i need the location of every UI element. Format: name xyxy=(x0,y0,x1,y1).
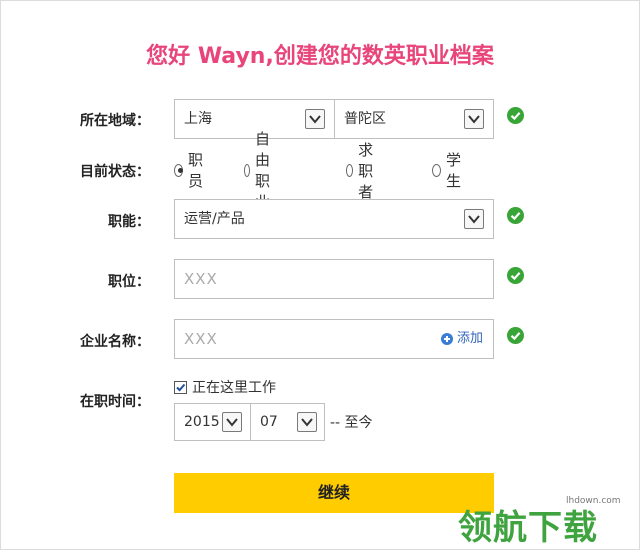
tenure-label: 在职时间： xyxy=(80,394,150,410)
continue-button[interactable]: 继续 xyxy=(174,473,494,513)
currently-working-checkbox[interactable]: 正在这里工作 xyxy=(174,378,276,396)
tenure-date-group: 2015 07 xyxy=(174,403,325,441)
status-option-label: 学生 xyxy=(445,151,461,190)
watermark-logo: 领航下载 xyxy=(458,508,598,548)
currently-working-label: 正在这里工作 xyxy=(192,380,276,396)
function-select[interactable]: 运营/产品 xyxy=(174,199,494,239)
month-select-value: 07 xyxy=(260,414,278,430)
status-option-label: 职员 xyxy=(187,151,203,190)
position-input-placeholder: XXX xyxy=(184,270,218,288)
status-option-employee[interactable]: 职员 xyxy=(174,151,207,190)
add-company-label: 添加 xyxy=(456,331,483,346)
city-select-value: 上海 xyxy=(184,111,212,127)
location-label: 所在地域： xyxy=(80,113,150,129)
radio-selected-icon xyxy=(174,163,183,177)
function-select-value: 运营/产品 xyxy=(184,211,245,227)
company-check-icon xyxy=(507,327,524,344)
plus-icon xyxy=(440,333,453,345)
function-dropdown-arrow-icon[interactable] xyxy=(464,209,484,229)
status-label: 目前状态： xyxy=(80,164,150,180)
year-dropdown-arrow-icon[interactable] xyxy=(222,412,242,432)
radio-icon xyxy=(432,163,441,177)
district-select-value: 普陀区 xyxy=(344,111,386,127)
company-input-placeholder: XXX xyxy=(184,330,218,348)
position-input[interactable]: XXX xyxy=(174,259,494,299)
position-label: 职位： xyxy=(108,274,150,290)
company-label: 企业名称： xyxy=(80,334,150,350)
position-check-icon xyxy=(507,267,524,284)
district-dropdown-arrow-icon[interactable] xyxy=(464,109,484,129)
location-select-group: 上海 普陀区 xyxy=(174,99,494,139)
year-select-value: 2015 xyxy=(184,414,220,430)
status-option-freelance[interactable]: 自由职业 xyxy=(244,130,277,211)
radio-icon xyxy=(346,163,354,177)
status-option-student[interactable]: 学生 xyxy=(432,151,465,190)
location-check-icon xyxy=(507,107,524,124)
page-title: 您好 Wayn,创建您的数英职业档案 xyxy=(146,44,494,69)
function-label: 职能： xyxy=(108,214,150,230)
city-dropdown-arrow-icon[interactable] xyxy=(305,109,325,129)
month-dropdown-arrow-icon[interactable] xyxy=(297,412,317,432)
to-now-text: -- 至今 xyxy=(330,415,373,431)
status-option-job-seeker[interactable]: 求职者 xyxy=(346,141,379,201)
status-option-label: 求职者 xyxy=(358,140,374,201)
checkbox-checked-icon xyxy=(174,380,187,394)
function-check-icon xyxy=(507,207,524,224)
company-input[interactable]: XXX 添加 xyxy=(174,319,494,359)
add-company-link[interactable]: 添加 xyxy=(440,320,483,358)
radio-icon xyxy=(244,163,251,177)
